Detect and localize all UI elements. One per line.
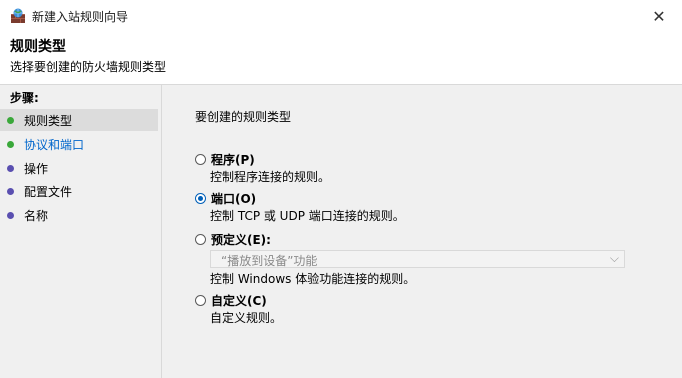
steps-heading: 步骤:	[10, 91, 39, 105]
close-button[interactable]: ✕	[636, 0, 682, 32]
radio-port-row[interactable]: 端口(O)	[195, 190, 405, 206]
radio-program[interactable]	[195, 153, 206, 165]
option-port: 端口(O) 控制 TCP 或 UDP 端口连接的规则。	[195, 190, 405, 224]
radio-predefined-row[interactable]: 预定义(E):	[195, 231, 271, 247]
option-predefined: 预定义(E):	[195, 231, 271, 247]
option-custom: 自定义(C) 自定义规则。	[195, 292, 282, 326]
option-label[interactable]: 预定义(E):	[211, 231, 271, 248]
option-program: 程序(P) 控制程序连接的规则。	[195, 151, 330, 185]
step-label: 操作	[24, 161, 49, 176]
step-profile[interactable]: 配置文件	[0, 180, 158, 202]
step-status-icon	[7, 211, 14, 219]
option-label[interactable]: 端口(O)	[211, 190, 256, 207]
step-protocol-ports[interactable]: 协议和端口	[0, 133, 158, 155]
radio-program-row[interactable]: 程序(P)	[195, 151, 330, 167]
chevron-down-icon: ⌵	[609, 251, 619, 265]
main-content: 要创建的规则类型 程序(P) 控制程序连接的规则。 端口(O) 控制 TCP 或…	[162, 85, 682, 378]
option-label[interactable]: 程序(P)	[211, 151, 255, 168]
radio-predefined[interactable]	[195, 233, 206, 245]
option-label[interactable]: 自定义(C)	[211, 292, 267, 309]
select-value: “播放到设备”功能	[221, 254, 318, 268]
page-title: 规则类型	[10, 39, 66, 55]
firewall-app-icon	[11, 8, 25, 23]
step-status-icon	[7, 187, 14, 195]
wizard-window: 新建入站规则向导 ✕ 规则类型 选择要创建的防火墙规则类型 步骤: 规则类型 协…	[0, 0, 682, 378]
page-subtitle: 选择要创建的防火墙规则类型	[10, 60, 167, 74]
radio-custom[interactable]	[195, 294, 206, 306]
radio-custom-row[interactable]: 自定义(C)	[195, 292, 282, 308]
predefined-description: 控制 Windows 体验功能连接的规则。	[210, 272, 416, 286]
step-label: 协议和端口	[24, 137, 85, 152]
rule-type-prompt: 要创建的规则类型	[195, 110, 292, 124]
step-name[interactable]: 名称	[0, 204, 158, 226]
close-icon: ✕	[652, 6, 666, 26]
radio-port[interactable]	[195, 192, 206, 204]
option-description: 控制 TCP 或 UDP 端口连接的规则。	[210, 209, 405, 223]
page-header: 规则类型 选择要创建的防火墙规则类型	[0, 32, 682, 85]
step-action[interactable]: 操作	[0, 157, 158, 179]
step-status-icon	[7, 164, 14, 172]
step-status-icon	[7, 116, 14, 124]
step-label: 规则类型	[24, 113, 73, 128]
option-description: 控制程序连接的规则。	[210, 170, 331, 184]
step-label: 配置文件	[24, 184, 73, 199]
option-description: 自定义规则。	[210, 311, 283, 325]
step-label: 名称	[24, 208, 49, 223]
title-bar: 新建入站规则向导 ✕	[0, 0, 682, 32]
step-rule-type[interactable]: 规则类型	[0, 109, 158, 131]
steps-sidebar: 步骤: 规则类型 协议和端口 操作 配置文件 名称	[0, 85, 162, 378]
window-title: 新建入站规则向导	[32, 10, 129, 24]
predefined-select[interactable]: “播放到设备”功能 ⌵	[210, 250, 625, 268]
step-status-icon	[7, 140, 14, 148]
